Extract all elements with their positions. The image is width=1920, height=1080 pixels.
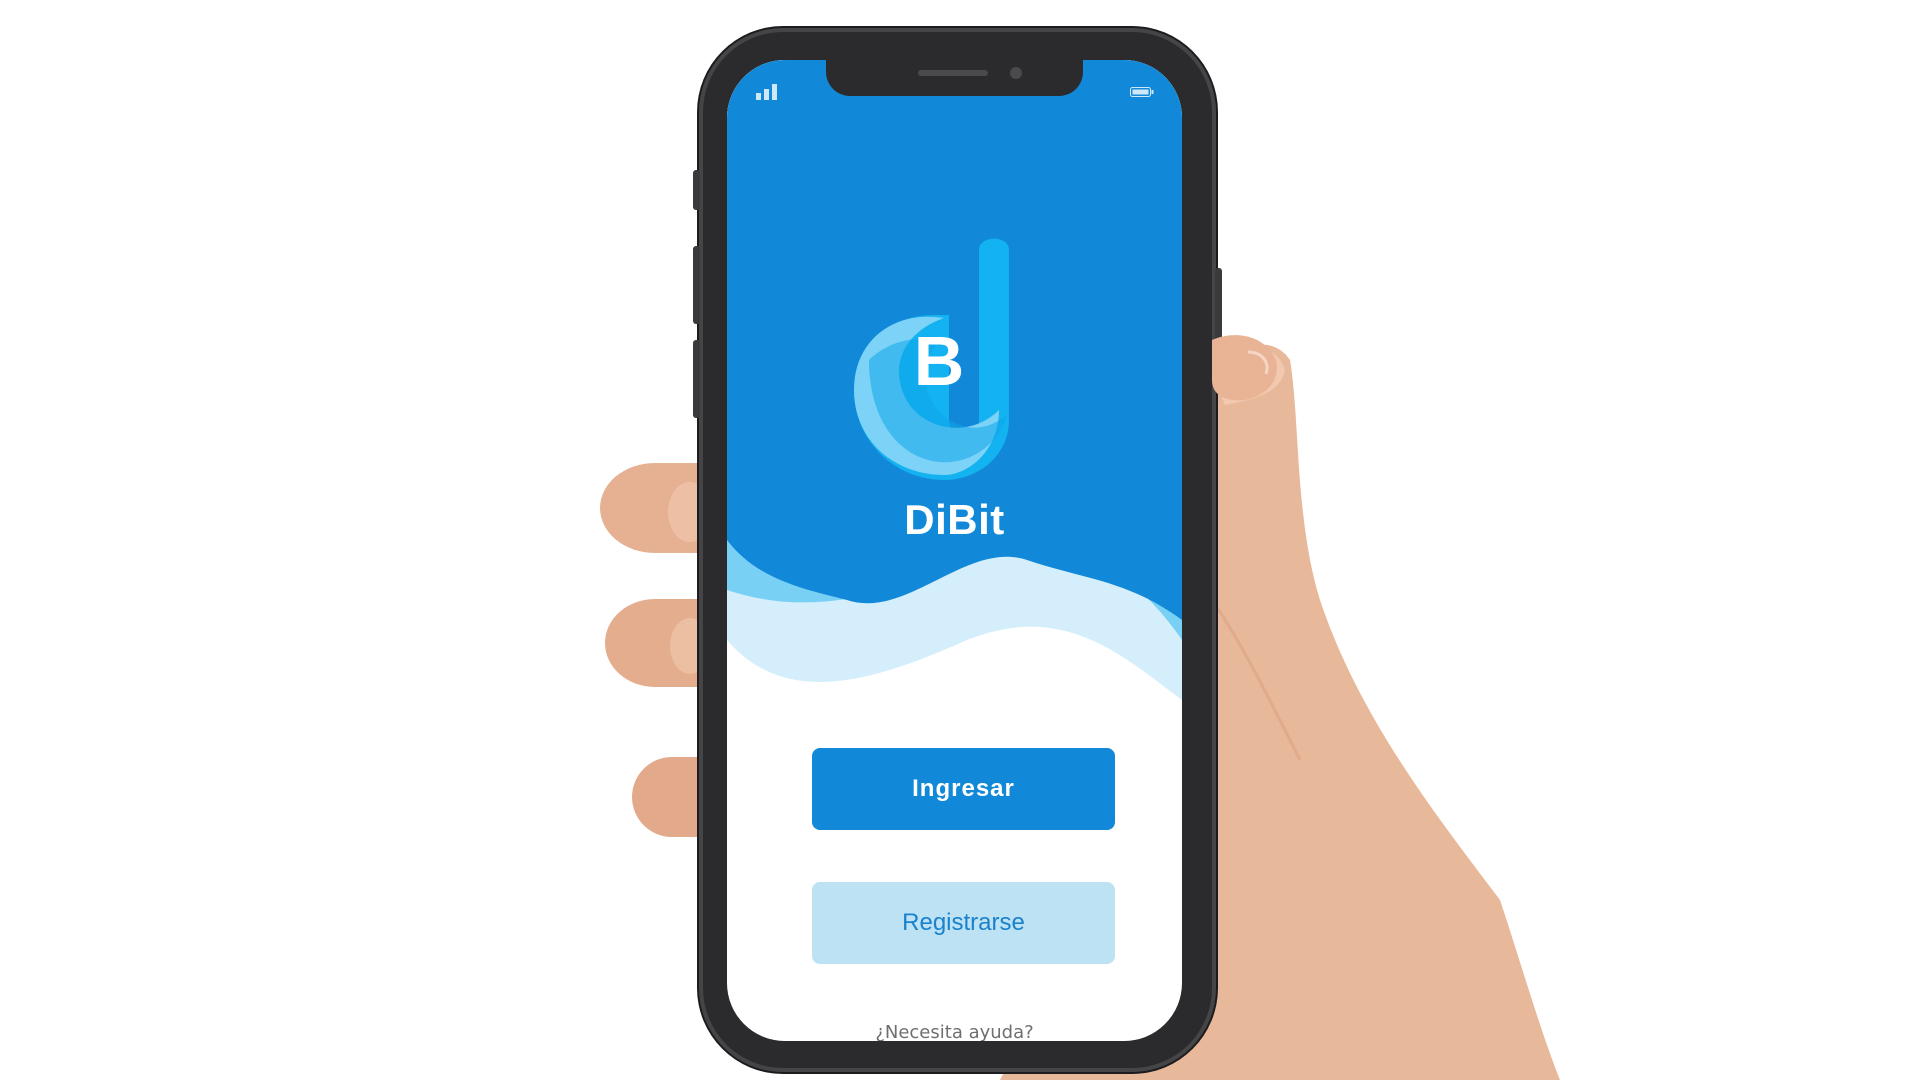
- help-link[interactable]: ¿Necesita ayuda?: [727, 1022, 1182, 1041]
- register-button[interactable]: Registrarse: [812, 882, 1115, 964]
- dibit-logo-icon: B: [854, 238, 1009, 480]
- signal-bars-icon: [756, 84, 777, 100]
- side-button-power: [1215, 268, 1222, 388]
- phone-notch: [826, 60, 1083, 96]
- battery-icon: [1130, 87, 1154, 97]
- phone-frame: B DiBit Ingresar Registrarse ¿Necesita a…: [693, 28, 1222, 1072]
- side-button-mute: [693, 170, 700, 210]
- speaker-grille: [918, 70, 988, 76]
- logo-letter: B: [914, 322, 965, 400]
- phone-screen: B DiBit Ingresar Registrarse ¿Necesita a…: [727, 60, 1182, 1041]
- front-camera: [1010, 67, 1022, 79]
- mockup-scene: B DiBit Ingresar Registrarse ¿Necesita a…: [0, 0, 1920, 1080]
- side-button-volume-down: [693, 340, 700, 418]
- login-button[interactable]: Ingresar: [812, 748, 1115, 830]
- app-title: DiBit: [904, 496, 1005, 543]
- side-button-volume-up: [693, 246, 700, 324]
